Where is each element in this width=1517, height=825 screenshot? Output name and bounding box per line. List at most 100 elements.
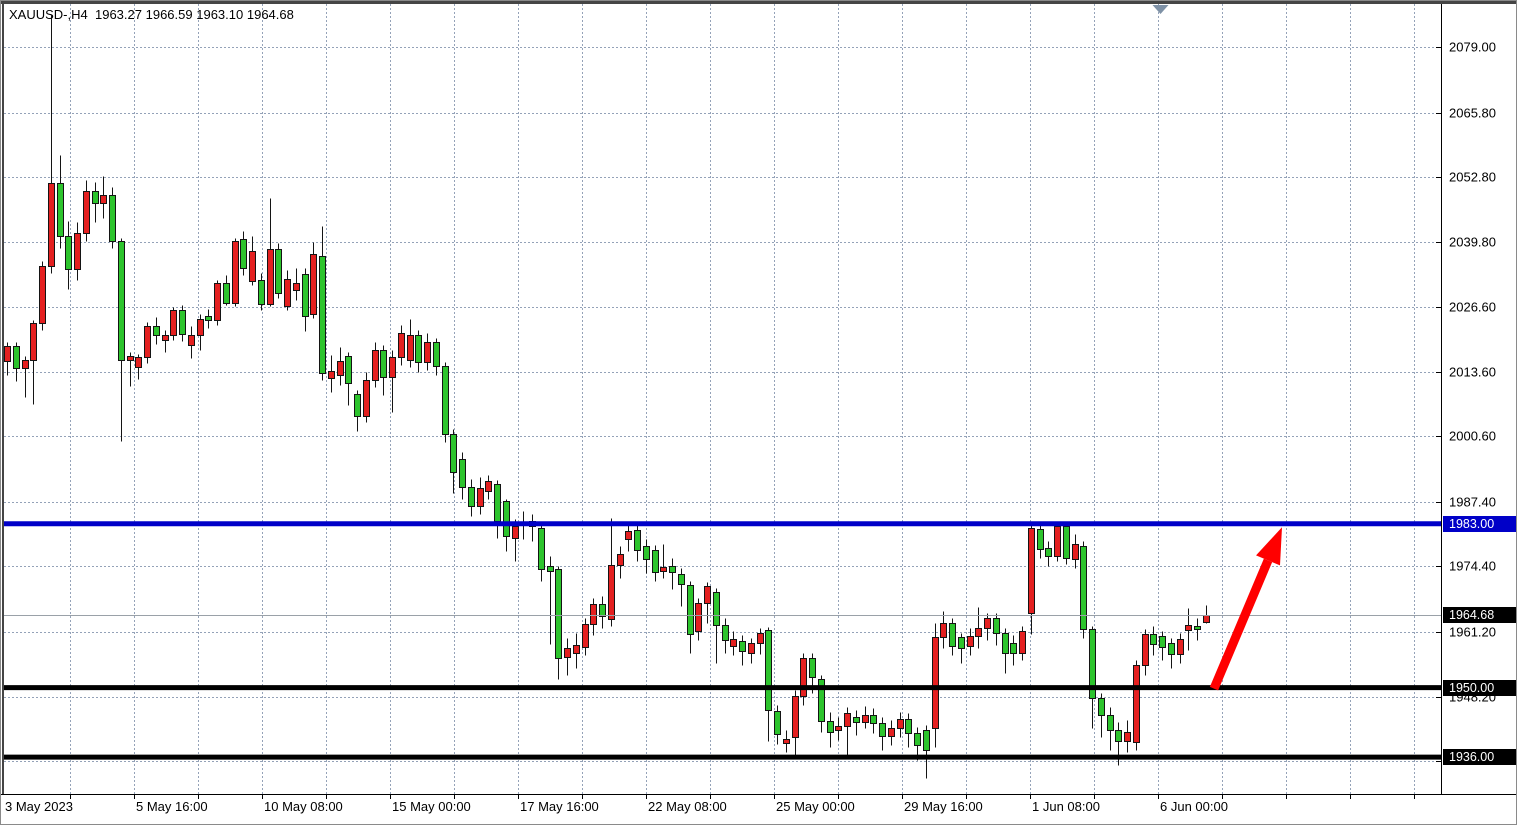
bull-candle-body [233, 242, 239, 304]
bull-candle-body [285, 280, 291, 307]
bear-candle-body [451, 435, 457, 473]
time-axis-label: 22 May 08:00 [648, 799, 727, 814]
bear-candle-body [1169, 644, 1175, 655]
bear-candle-body [381, 351, 387, 378]
chart-canvas[interactable] [1, 1, 1517, 825]
bull-candle-body [486, 482, 492, 492]
price-badge-1950.00: 1950.00 [1443, 680, 1517, 696]
time-axis-label: 29 May 16:00 [904, 799, 983, 814]
bear-candle-body [434, 343, 440, 367]
bear-candle-body [670, 567, 676, 573]
bull-candle-body [84, 192, 90, 234]
bear-candle-body [766, 631, 772, 711]
bear-candle-body [355, 395, 361, 417]
bear-candle-body [259, 281, 265, 305]
bull-candle-body [976, 629, 982, 637]
bull-candle-body [49, 184, 55, 267]
price-axis-label: 2052.80 [1449, 170, 1496, 185]
bull-candle-body [749, 644, 755, 654]
bull-candle-body [373, 351, 379, 381]
bull-candle-body [294, 284, 300, 291]
bull-candle-body [399, 334, 405, 358]
chart-window: XAUUSD-,H4 1963.27 1966.59 1963.10 1964.… [0, 0, 1517, 825]
bear-candle-body [1160, 637, 1166, 648]
bull-candle-body [845, 714, 851, 727]
bear-candle-body [994, 619, 1000, 634]
bear-candle-body [66, 237, 72, 270]
time-axis-label: 10 May 08:00 [264, 799, 343, 814]
bull-candle-body [583, 625, 589, 648]
bear-candle-body [548, 567, 554, 572]
bear-candle-body [469, 488, 475, 507]
close-value: 1964.68 [247, 7, 294, 22]
bear-candle-body [959, 638, 965, 649]
bull-candle-body [793, 697, 799, 738]
bear-candle-body [600, 605, 606, 617]
bull-candle-body [626, 532, 632, 540]
bull-candle-body [889, 729, 895, 737]
bear-candle-body [679, 575, 685, 585]
bear-candle-body [1151, 635, 1157, 645]
symbol-period-label: XAUUSD-,H4 [9, 7, 88, 22]
bull-candle-body [941, 624, 947, 638]
bear-candle-body [1003, 634, 1009, 654]
bull-candle-body [1125, 733, 1131, 742]
bull-candle-body [425, 343, 431, 363]
bull-candle-body [985, 619, 991, 629]
bear-candle-body [276, 250, 282, 294]
bear-candle-body [504, 502, 510, 537]
bear-candle-body [915, 734, 921, 746]
bear-candle-body [241, 240, 247, 269]
bull-candle-body [731, 640, 737, 647]
bull-candle-body [696, 604, 702, 632]
bear-candle-body [1046, 549, 1052, 557]
bull-candle-body [1029, 529, 1035, 614]
chart-frame [1, 1, 1517, 799]
bear-candle-body [320, 257, 326, 374]
price-axis-label: 2026.60 [1449, 300, 1496, 315]
time-axis-label: 25 May 00:00 [776, 799, 855, 814]
bull-candle-body [101, 196, 107, 204]
bear-candle-body [119, 242, 125, 361]
bull-candle-body [1073, 545, 1079, 560]
time-axis-label: 3 May 2023 [5, 799, 73, 814]
bull-candle-body [215, 284, 221, 321]
bull-candle-body [136, 358, 142, 368]
price-axis-label: 2065.80 [1449, 105, 1496, 120]
bear-candle-body [539, 529, 545, 570]
bull-candle-body [268, 250, 274, 305]
bear-candle-body [416, 336, 422, 363]
bear-candle-body [110, 196, 116, 242]
bear-candle-body [880, 724, 886, 737]
bear-candle-body [1108, 716, 1114, 731]
bull-candle-body [705, 587, 711, 604]
bull-candle-body [23, 361, 29, 369]
price-axis-label: 1987.40 [1449, 494, 1496, 509]
bull-candle-body [145, 327, 151, 358]
one-click-collapse-icon[interactable] [1153, 5, 1169, 14]
bear-candle-body [828, 722, 834, 733]
bull-candle-body [513, 527, 519, 539]
bear-candle-body [810, 659, 816, 678]
bear-candle-body [740, 642, 746, 652]
bear-candle-body [1064, 527, 1070, 559]
price-axis-label: 2079.00 [1449, 40, 1496, 55]
bull-candle-body [1055, 527, 1061, 557]
time-axis-label: 6 Jun 00:00 [1160, 799, 1228, 814]
bull-candle-body [364, 381, 370, 417]
trend-arrow[interactable] [1214, 527, 1282, 688]
bear-candle-body [854, 718, 860, 723]
bear-candle-body [1011, 644, 1017, 654]
bull-candle-body [933, 638, 939, 729]
bear-candle-body [924, 731, 930, 751]
time-axis-label: 17 May 16:00 [520, 799, 599, 814]
bear-candle-body [1116, 731, 1122, 742]
bull-candle-body [618, 555, 624, 566]
bear-candle-body [93, 192, 99, 204]
price-axis-label: 2039.80 [1449, 234, 1496, 249]
price-badge-1964.68: 1964.68 [1443, 607, 1517, 623]
price-axis-label: 1974.40 [1449, 559, 1496, 574]
bull-candle-body [198, 320, 204, 336]
bull-candle-body [574, 646, 580, 654]
low-value: 1963.10 [196, 7, 243, 22]
